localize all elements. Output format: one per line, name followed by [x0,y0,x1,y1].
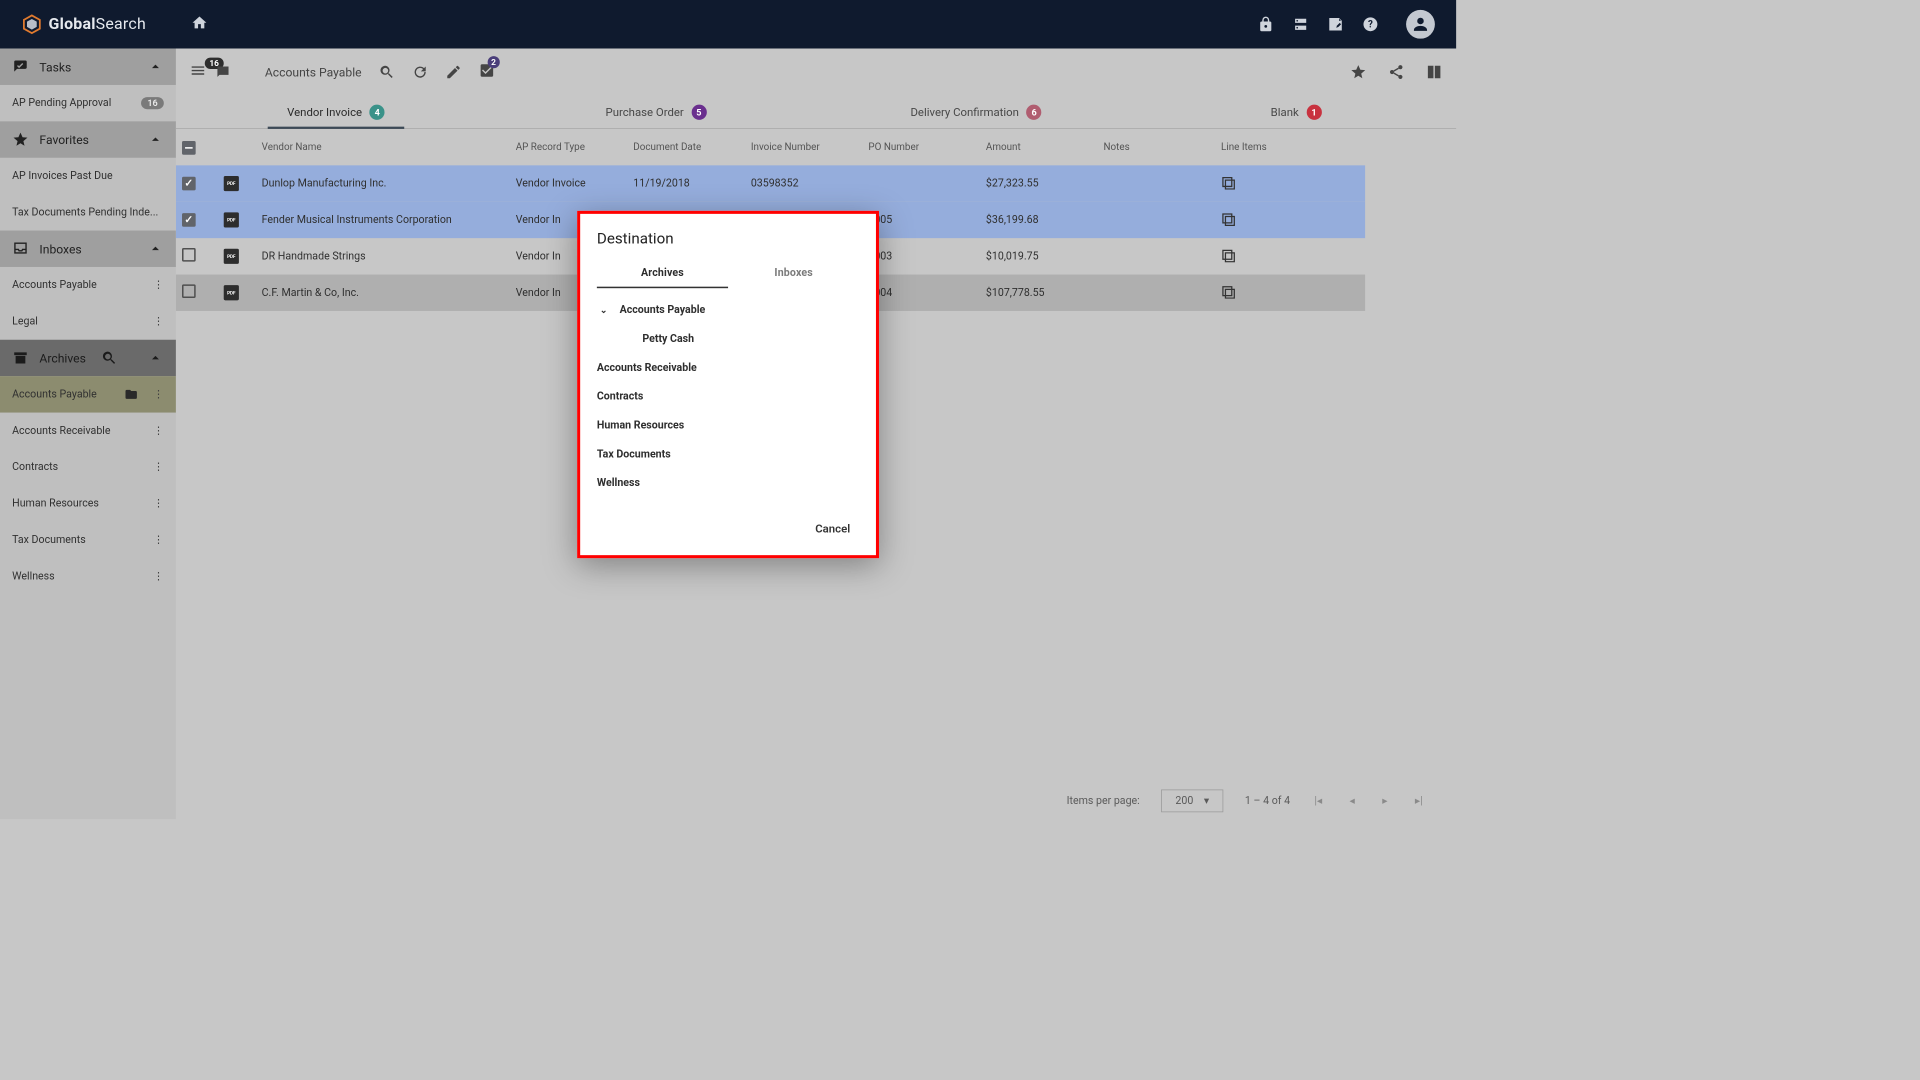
destination-dialog: Destination Archives Inboxes ⌄ Accounts … [577,211,879,558]
dialog-tab-inboxes[interactable]: Inboxes [728,258,859,288]
tree-item-wellness[interactable]: Wellness [597,469,859,498]
tree-item-label: Wellness [597,477,640,489]
modal-overlay: Destination Archives Inboxes ⌄ Accounts … [0,0,1456,819]
destination-tree: ⌄ Accounts Payable Petty Cash Accounts R… [580,288,876,511]
tree-item-contracts[interactable]: Contracts [597,382,859,411]
dialog-title: Destination [580,229,876,258]
dialog-actions: Cancel [580,511,876,546]
cancel-button[interactable]: Cancel [808,517,858,540]
tree-item-label: Tax Documents [597,448,671,460]
tree-item-tax-documents[interactable]: Tax Documents [597,440,859,469]
tree-item-label: Contracts [597,391,643,403]
tree-item-petty-cash[interactable]: Petty Cash [597,325,859,354]
tree-item-label: Accounts Payable [620,304,706,316]
tree-item-accounts-receivable[interactable]: Accounts Receivable [597,353,859,382]
tree-item-label: Petty Cash [642,333,694,345]
dialog-tab-archives[interactable]: Archives [597,258,728,288]
tree-item-label: Accounts Receivable [597,362,697,374]
chevron-down-icon: ⌄ [597,305,611,316]
dialog-tabs: Archives Inboxes [580,258,876,288]
tree-item-label: Human Resources [597,419,684,431]
tree-item-human-resources[interactable]: Human Resources [597,411,859,440]
tree-item-accounts-payable[interactable]: ⌄ Accounts Payable [597,296,859,325]
